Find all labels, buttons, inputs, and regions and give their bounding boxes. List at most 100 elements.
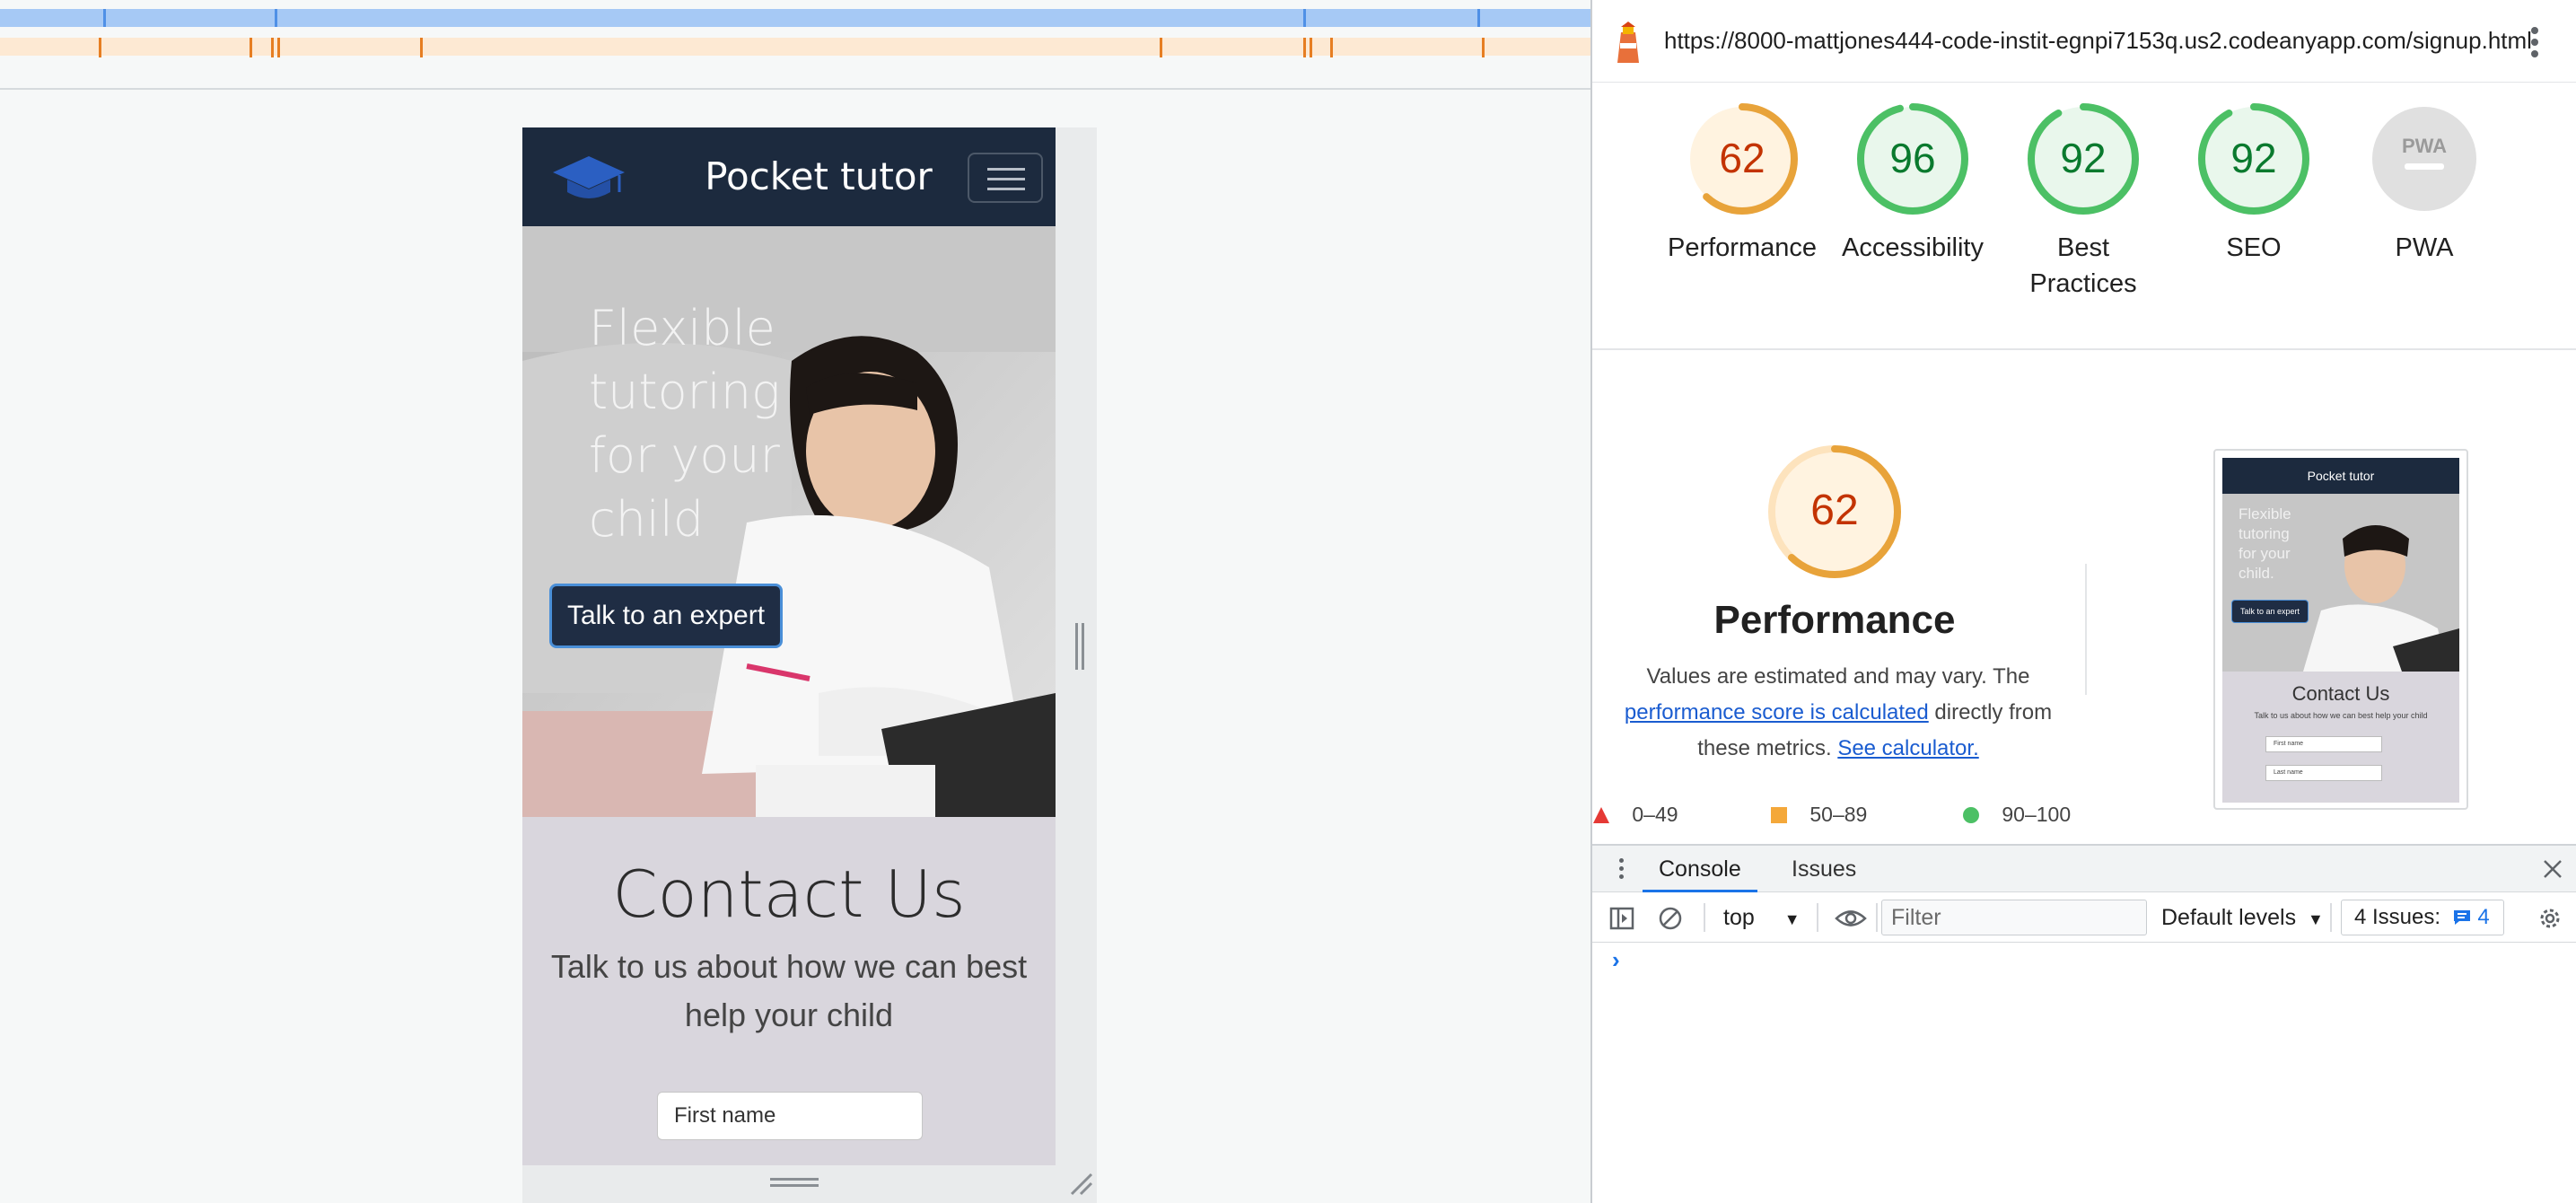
tab-console[interactable]: Console bbox=[1643, 846, 1757, 892]
console-drawer: Console Issues top ▼ Filter Default leve… bbox=[1592, 844, 2576, 1203]
hamburger-menu-button[interactable] bbox=[968, 153, 1043, 203]
timeline-task bbox=[1482, 38, 1485, 57]
divider bbox=[2085, 564, 2087, 695]
report-url[interactable]: https://8000-mattjones444-code-instit-eg… bbox=[1664, 27, 2532, 55]
talk-to-expert-button[interactable]: Talk to an expert bbox=[549, 584, 783, 648]
performance-timeline bbox=[0, 0, 1590, 90]
gauge-label: Performance bbox=[1667, 233, 1817, 262]
legend-pass: 90–100 bbox=[1962, 799, 2071, 830]
performance-description: Values are estimated and may vary. The p… bbox=[1605, 659, 2072, 767]
thumbnail-navbar: Pocket tutor bbox=[2222, 458, 2459, 494]
score-gauge-best-practices[interactable]: 92 Best Practices bbox=[1998, 101, 2169, 302]
final-screenshot-thumbnail[interactable]: Pocket tutor Flexible tutoring for your … bbox=[2213, 449, 2468, 810]
thumbnail-hero: Flexible tutoring for your child. Talk t… bbox=[2222, 494, 2459, 672]
site-navbar: Pocket tutor bbox=[522, 127, 1056, 226]
live-expression-eye-icon[interactable] bbox=[1835, 905, 1867, 932]
log-levels-value: Default levels bbox=[2161, 905, 2297, 930]
device-emulation-pane: Pocket tutor Flexible tutoring for your … bbox=[0, 0, 1590, 1203]
timeline-task bbox=[99, 38, 101, 57]
thumbnail-button: Talk to an expert bbox=[2231, 600, 2309, 623]
gauge-ring: PWA bbox=[2372, 107, 2476, 211]
gauge-label: PWA bbox=[2395, 233, 2454, 262]
timeline-marker bbox=[1477, 9, 1480, 27]
context-value: top bbox=[1723, 905, 1755, 930]
settings-gear-icon[interactable] bbox=[2537, 905, 2563, 932]
timeline-task bbox=[277, 38, 280, 57]
issues-counter-button[interactable]: 4 Issues: 4 bbox=[2341, 900, 2504, 935]
timeline-tasks-track bbox=[0, 38, 1590, 56]
thumbnail-hero-text: Flexible tutoring for your child. bbox=[2239, 505, 2291, 582]
score-calculated-link[interactable]: performance score is calculated bbox=[1625, 700, 1929, 724]
legend-label: 0–49 bbox=[1632, 803, 1678, 826]
close-icon[interactable] bbox=[2542, 858, 2563, 880]
chevron-down-icon: ▼ bbox=[1783, 910, 1801, 928]
score-gauge-pwa[interactable]: PWA PWA bbox=[2339, 101, 2510, 266]
contact-subtitle: Talk to us about how we can best help yo… bbox=[550, 948, 1028, 1033]
hamburger-icon bbox=[987, 188, 1025, 190]
console-filter-input[interactable]: Filter bbox=[1881, 900, 2147, 935]
first-name-field[interactable]: First name bbox=[657, 1092, 923, 1140]
hamburger-icon bbox=[987, 178, 1025, 180]
score-gauge-performance[interactable]: 62 Performance bbox=[1657, 101, 1827, 266]
performance-score-gauge: 62 bbox=[1768, 445, 1901, 578]
performance-score-value: 62 bbox=[1810, 487, 1858, 534]
thumbnail-last-name: Last name bbox=[2265, 765, 2382, 781]
thumbnail-contact-subtitle: Talk to us about how we can best help yo… bbox=[2254, 711, 2428, 720]
gauge-value: 96 bbox=[1889, 135, 1935, 181]
context-selector[interactable]: top ▼ bbox=[1723, 901, 1801, 934]
timeline-task bbox=[1303, 38, 1306, 57]
timeline-task bbox=[271, 38, 274, 57]
console-prompt-chevron-icon[interactable]: › bbox=[1612, 946, 1620, 974]
timeline-task bbox=[250, 38, 252, 57]
legend-average: 50–89 bbox=[1770, 799, 1867, 830]
corner-resize-icon[interactable] bbox=[1068, 1171, 1093, 1196]
average-square-icon bbox=[1771, 807, 1787, 823]
drawer-tab-bar: Console Issues bbox=[1592, 846, 2576, 892]
timeline-marker bbox=[1303, 9, 1306, 27]
score-gauge-seo[interactable]: 92 SEO bbox=[2169, 101, 2339, 266]
gauge-value: 92 bbox=[2060, 135, 2106, 181]
contact-section: Contact Us Talk to us about how we can b… bbox=[522, 817, 1056, 1165]
emulated-device-frame: Pocket tutor Flexible tutoring for your … bbox=[522, 127, 1097, 1203]
issues-count: 4 bbox=[2477, 905, 2490, 929]
thumbnail-page: Pocket tutor Flexible tutoring for your … bbox=[2222, 458, 2459, 803]
height-resize-handle[interactable] bbox=[770, 1178, 819, 1187]
pwa-dash-icon bbox=[2405, 163, 2444, 170]
toolbar-separator bbox=[1704, 903, 1705, 932]
timeline-marker bbox=[103, 9, 106, 27]
drawer-menu-icon[interactable] bbox=[1619, 858, 1625, 882]
timeline-task bbox=[420, 38, 423, 57]
timeline-task bbox=[1160, 38, 1162, 57]
issues-label: 4 Issues: bbox=[2354, 905, 2441, 929]
lighthouse-icon bbox=[1617, 22, 1639, 63]
gauge-label: Accessibility bbox=[1842, 233, 1984, 262]
log-levels-dropdown[interactable]: Default levels ▼ bbox=[2161, 901, 2324, 934]
gauge-value: PWA bbox=[2402, 135, 2447, 157]
score-gauge-accessibility[interactable]: 96 Accessibility bbox=[1827, 101, 1998, 266]
sidebar-toggle-icon[interactable] bbox=[1608, 905, 1635, 932]
console-toolbar: top ▼ Filter Default levels ▼ 4 Issues: bbox=[1592, 892, 2576, 943]
divider bbox=[1592, 348, 2576, 350]
toolbar-separator bbox=[2330, 903, 2332, 932]
website-viewport[interactable]: Pocket tutor Flexible tutoring for your … bbox=[522, 127, 1056, 1165]
toolbar-separator bbox=[1876, 903, 1878, 932]
gauge-background bbox=[2372, 107, 2476, 211]
gauge-ring: 92 bbox=[2028, 103, 2139, 215]
toolbar-separator bbox=[1817, 903, 1818, 932]
performance-title: Performance bbox=[1713, 598, 1956, 642]
hero-section: Flexible tutoring for your child Talk to… bbox=[522, 226, 1056, 817]
pass-circle-icon bbox=[1963, 807, 1979, 823]
gauge-ring: 96 bbox=[1857, 103, 1968, 215]
thumbnail-first-name: First name bbox=[2265, 736, 2382, 752]
legend-label: 90–100 bbox=[2002, 803, 2072, 826]
report-menu-icon[interactable] bbox=[2531, 27, 2540, 57]
timeline-marker bbox=[275, 9, 277, 27]
fail-triangle-icon bbox=[1593, 807, 1609, 823]
width-resize-handle[interactable] bbox=[1075, 623, 1084, 670]
tab-issues[interactable]: Issues bbox=[1775, 846, 1872, 892]
gauge-ring: 62 bbox=[1687, 103, 1798, 215]
hero-heading: Flexible tutoring for your child bbox=[589, 300, 781, 548]
description-text: Values are estimated and may vary. The bbox=[1646, 664, 2030, 689]
clear-console-icon[interactable] bbox=[1657, 905, 1684, 932]
see-calculator-link[interactable]: See calculator. bbox=[1837, 736, 1978, 760]
